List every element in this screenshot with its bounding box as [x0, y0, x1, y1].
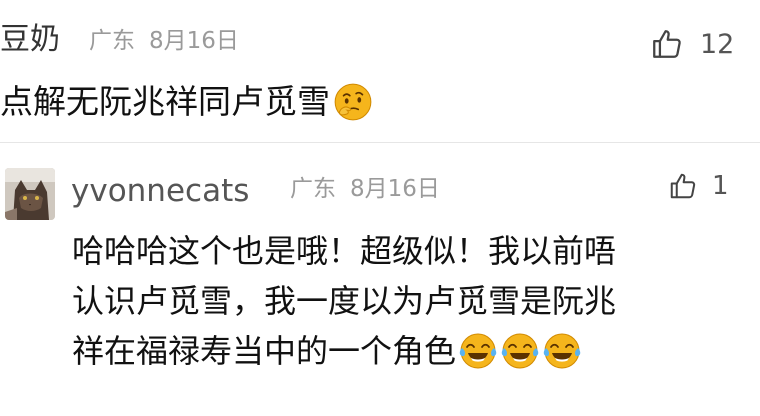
reply-like-count: 1	[712, 171, 729, 201]
comment-text: 点解无阮兆祥同卢觅雪	[0, 82, 330, 121]
comment-divider	[0, 142, 760, 143]
reply-username[interactable]: yvonnecats	[71, 171, 249, 211]
comment-like-count: 12	[700, 28, 735, 60]
reply-like-button[interactable]: 1	[668, 168, 748, 204]
reply-text-line: 祥在福禄寿当中的一个角色	[72, 326, 752, 376]
reply-location: 广东	[290, 176, 336, 202]
comment-meta: 广东 8月16日	[89, 26, 239, 56]
comment: 豆奶 广东 8月16日 12 点解无阮兆祥同卢觅雪	[0, 0, 760, 140]
reply-date: 8月16日	[350, 176, 440, 202]
thumbs-up-icon	[670, 173, 696, 199]
thumbs-up-icon	[653, 30, 681, 58]
comment-date: 8月16日	[149, 28, 239, 54]
comment-location: 广东	[89, 28, 135, 54]
comment-text-row: 点解无阮兆祥同卢觅雪	[0, 80, 374, 124]
comment-like-button[interactable]: 12	[650, 24, 750, 64]
reply-text: 哈哈哈这个也是哦！超级似！我以前唔 认识卢觅雪，我一度以为卢觅雪是阮兆 祥在福禄…	[72, 226, 752, 376]
tears-of-joy-icon	[501, 333, 539, 369]
tears-of-joy-icon	[543, 333, 581, 369]
avatar[interactable]	[5, 168, 55, 220]
reply-text-line: 认识卢觅雪，我一度以为卢觅雪是阮兆	[72, 282, 617, 320]
reply: yvonnecats 广东 8月16日 1 哈哈哈这个也是哦！超级似！我以前唔 认…	[0, 150, 760, 416]
comment-username[interactable]: 豆奶	[0, 20, 60, 60]
thinking-face-icon	[334, 83, 372, 121]
reply-text-line-content: 祥在福禄寿当中的一个角色	[72, 332, 457, 370]
tears-of-joy-icon	[459, 333, 497, 369]
reply-text-line: 哈哈哈这个也是哦！超级似！我以前唔	[72, 232, 617, 270]
reply-meta: 广东 8月16日	[290, 174, 440, 204]
cat-avatar-icon	[5, 168, 55, 220]
